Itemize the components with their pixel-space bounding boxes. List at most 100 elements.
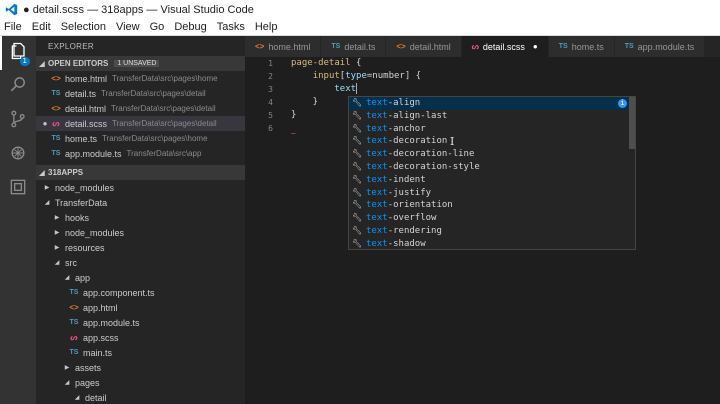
property-wrench-icon: 🔧︎ [352, 213, 363, 223]
tree-folder[interactable]: ◢ pages [36, 375, 245, 390]
file-name: app.component.ts [83, 287, 155, 298]
chevron-right-icon: ▶ [54, 245, 60, 251]
tree-file[interactable]: TS app.module.ts [36, 315, 245, 330]
window-title: ● detail.scss — 318apps — Visual Studio … [23, 3, 254, 16]
chevron-down-icon: ◢ [39, 169, 45, 177]
extensions-activity[interactable] [0, 172, 36, 206]
tree-folder[interactable]: ▶ assets [36, 360, 245, 375]
line-number: 2 [268, 72, 273, 81]
explorer-sidebar: EXPLORER ◢ OPEN EDITORS 1 UNSAVED <> hom… [36, 36, 245, 404]
tab-home-html[interactable]: <> home.html [245, 36, 322, 57]
suggestion-item[interactable]: 🔧︎ text-rendering [349, 225, 635, 238]
open-editors-list: <> home.html TransferData\src\pages\home… [36, 71, 245, 161]
suggestion-item[interactable]: 🔧︎ text-anchor [349, 123, 635, 136]
tab-detail-html[interactable]: <> detail.html [386, 36, 462, 57]
folder-name: hooks [65, 212, 90, 223]
tree-folder[interactable]: ◢ TransferData [36, 195, 245, 210]
open-editor-item[interactable]: <> home.html TransferData\src\pages\home [36, 71, 245, 86]
file-path: TransferData\src\pages\home [102, 134, 208, 143]
tab-detail-ts[interactable]: TS detail.ts [321, 36, 387, 57]
typescript-file-icon: TS [51, 90, 61, 97]
menu-selection[interactable]: Selection [61, 21, 106, 33]
open-editor-item[interactable]: <> detail.html TransferData\src\pages\de… [36, 101, 245, 116]
suggest-scrollbar[interactable] [629, 97, 635, 149]
suggestion-label: -orientation [387, 200, 453, 211]
typescript-file-icon: TS [69, 319, 79, 326]
tab-label: detail.scss [482, 41, 525, 52]
menu-debug[interactable]: Debug [174, 21, 206, 33]
unsaved-dot-icon[interactable]: ● [533, 42, 538, 51]
tab-home-ts[interactable]: TS home.ts [548, 36, 615, 57]
file-name: detail.ts [65, 88, 97, 99]
chevron-down-icon: ◢ [54, 260, 60, 266]
open-editor-item[interactable]: TS detail.ts TransferData\src\pages\deta… [36, 86, 245, 101]
open-editor-item-active[interactable]: ● ᔕ detail.scss TransferData\src\pages\d… [36, 116, 245, 131]
tree-folder[interactable]: ▶ hooks [36, 210, 245, 225]
html-file-icon: <> [255, 42, 265, 51]
suggestion-item[interactable]: 🔧︎ text-align-last [349, 110, 635, 123]
suggestion-item[interactable]: 🔧︎ text-overflow [349, 212, 635, 225]
menu-edit[interactable]: Edit [32, 21, 51, 33]
file-name: app.scss [83, 332, 119, 343]
tab-label: detail.html [409, 41, 451, 52]
suggestion-item[interactable]: 🔧︎ text-align i [349, 97, 635, 110]
tree-folder[interactable]: ▶ node_modules [36, 225, 245, 240]
suggestion-item[interactable]: 🔧︎ text-shadow [349, 238, 635, 249]
css-selector: input [312, 71, 340, 81]
suggestion-item[interactable]: 🔧︎ text-indent [349, 174, 635, 187]
open-editor-item[interactable]: TS home.ts TransferData\src\pages\home [36, 131, 245, 146]
explorer-activity[interactable]: 1 [0, 36, 36, 70]
tree-folder[interactable]: ◢ detail [36, 390, 245, 404]
file-name: detail.scss [65, 118, 108, 129]
tab-app-module-ts[interactable]: TS app.module.ts [614, 36, 706, 57]
suggestion-label: -shadow [387, 238, 426, 249]
tree-folder[interactable]: ▶ node_modules [36, 180, 245, 195]
menu-view[interactable]: View [116, 21, 140, 33]
suggestion-item[interactable]: 🔧︎ text-orientation [349, 199, 635, 212]
match-prefix: text [366, 238, 388, 249]
file-name: app.html [83, 302, 118, 313]
tab-label: app.module.ts [637, 41, 695, 52]
folder-name: node_modules [65, 227, 125, 238]
tree-file[interactable]: TS app.component.ts [36, 285, 245, 300]
open-editor-item[interactable]: TS app.module.ts TransferData\src\app [36, 146, 245, 161]
menu-help[interactable]: Help [255, 21, 278, 33]
suggestion-item[interactable]: 🔧︎ text-decoration-style [349, 161, 635, 174]
suggestion-label: -anchor [387, 123, 426, 134]
chevron-down-icon: ◢ [39, 60, 45, 68]
chevron-down-icon: ◢ [64, 380, 70, 386]
menu-go[interactable]: Go [150, 21, 165, 33]
source-control-activity[interactable] [0, 104, 36, 138]
tree-folder[interactable]: ◢ src [36, 255, 245, 270]
suggestion-label: -justify [387, 187, 432, 198]
suggestion-item[interactable]: 🔧︎ text-decoration-line [349, 148, 635, 161]
html-file-icon: <> [51, 104, 61, 113]
tree-folder[interactable]: ◢ app [36, 270, 245, 285]
suggestion-item[interactable]: 🔧︎ text-justify [349, 187, 635, 200]
autocomplete-widget: 🔧︎ text-align i 🔧︎ text-align-last 🔧︎ text-a… [348, 96, 636, 250]
menu-file[interactable]: File [4, 21, 22, 33]
tree-file[interactable]: ᔕ app.scss [36, 330, 245, 345]
property-wrench-icon: 🔧︎ [352, 225, 363, 235]
suggestion-item[interactable]: 🔧︎ text-decoration [349, 135, 635, 148]
debug-activity[interactable] [0, 138, 36, 172]
typed-property: text [334, 84, 357, 94]
open-editors-header[interactable]: ◢ OPEN EDITORS 1 UNSAVED [36, 56, 245, 71]
tab-detail-scss[interactable]: ᔕ detail.scss ● [461, 36, 549, 57]
folder-name: pages [75, 377, 100, 388]
tree-folder[interactable]: ▶ resources [36, 240, 245, 255]
project-header[interactable]: ◢ 318APPS [36, 165, 245, 180]
suggestion-label: -indent [387, 174, 426, 185]
tree-file[interactable]: <> app.html [36, 300, 245, 315]
tree-file[interactable]: TS main.ts [36, 345, 245, 360]
typescript-file-icon: TS [624, 43, 634, 50]
search-activity[interactable] [0, 70, 36, 104]
title-bar: ● detail.scss — 318apps — Visual Studio … [0, 0, 720, 19]
chevron-down-icon: ◢ [64, 275, 70, 281]
info-icon[interactable]: i [618, 98, 627, 108]
editor-tabs: <> home.html TS detail.ts <> detail.html ᔕd… [245, 36, 720, 57]
file-name: home.ts [65, 133, 98, 144]
typescript-file-icon: TS [69, 349, 79, 356]
mouse-ibeam-cursor-icon: I [450, 135, 455, 148]
menu-tasks[interactable]: Tasks [217, 21, 245, 33]
